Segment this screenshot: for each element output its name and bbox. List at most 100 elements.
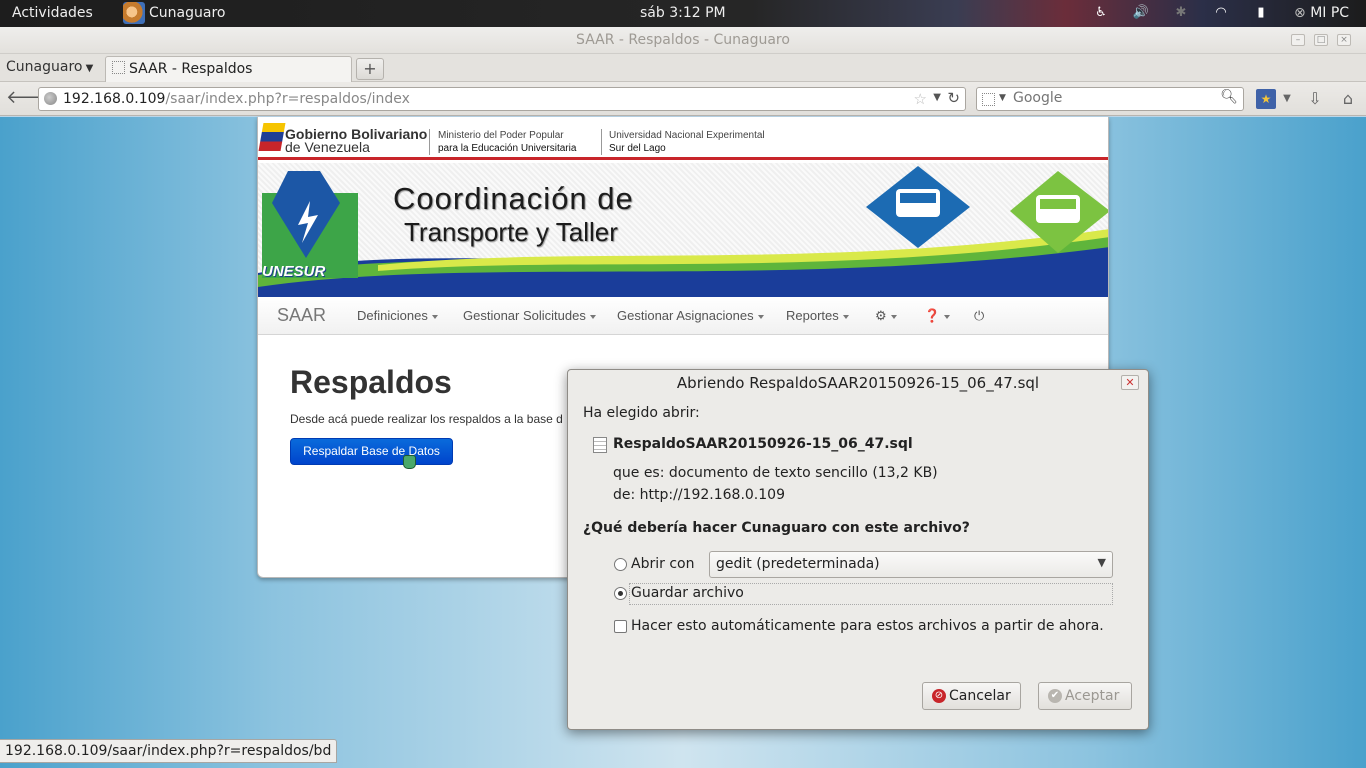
user-menu[interactable]: ⊗ MI PC [1294, 0, 1349, 27]
caret-down-icon [757, 314, 764, 319]
accept-label: Aceptar [1065, 688, 1120, 704]
logout-button[interactable]: ⏻ [974, 308, 984, 324]
nav-gestionar-solicitudes[interactable]: Gestionar Solicitudes [463, 308, 596, 323]
user-name: MI PC [1310, 5, 1350, 21]
home-icon[interactable]: ⌂ [1338, 89, 1358, 109]
url-path: /saar/index.php?r=respaldos/index [165, 91, 410, 107]
nav-settings[interactable]: ⚙ [875, 308, 897, 324]
tab-saar-respaldos[interactable]: SAAR - Respaldos [105, 56, 352, 83]
dialog-close-button[interactable]: ✕ [1121, 375, 1139, 390]
search-engine-dropdown-icon[interactable]: ▼ [999, 93, 1006, 103]
nav-gestionar-asignaciones[interactable]: Gestionar Asignaciones [617, 308, 764, 323]
minimize-button[interactable]: – [1291, 34, 1305, 46]
chevron-down-icon: ▼ [82, 63, 94, 74]
gov-name: Gobierno Bolivariano de Venezuela [285, 127, 427, 154]
clock[interactable]: sáb 3:12 PM [640, 0, 726, 27]
bluetooth-icon[interactable]: ✱ [1172, 4, 1190, 22]
page-description: Desde acá puede realizar los respaldos a… [290, 412, 563, 426]
brand-link[interactable]: SAAR [277, 305, 326, 326]
new-tab-button[interactable]: + [356, 58, 384, 80]
help-icon: ❓ [924, 308, 941, 323]
accessibility-icon[interactable]: ♿ [1092, 4, 1110, 22]
cunaguaro-app-icon [123, 2, 145, 24]
search-engine-icon[interactable] [982, 93, 995, 106]
caret-down-icon [589, 314, 596, 319]
nav-definiciones[interactable]: Definiciones [357, 308, 438, 323]
save-file-radio[interactable] [614, 587, 627, 600]
cunaguaro-menu-button[interactable]: Cunaguaro ▼ [6, 59, 93, 75]
open-with-app-value: gedit (predeterminada) [716, 556, 880, 572]
ministry-line1: Ministerio del Poder Popular [438, 130, 564, 141]
ministry-line2: para la Educación Universitaria [438, 143, 577, 154]
ministry-name: Ministerio del Poder Popular para la Edu… [438, 129, 576, 155]
unesur-logo [262, 171, 358, 278]
file-name: RespaldoSAAR20150926-15_06_47.sql [613, 436, 913, 452]
venezuela-flag-icon [258, 123, 286, 151]
search-input[interactable] [1013, 90, 1213, 106]
auto-action-checkbox[interactable] [614, 620, 627, 633]
file-source-row: de: http://192.168.0.109 [613, 487, 785, 503]
backup-database-button[interactable]: Respaldar Base de Datos [290, 438, 453, 465]
chosen-label: Ha elegido abrir: [583, 405, 700, 421]
caret-down-icon [890, 314, 897, 319]
chevron-down-icon: ▼ [1097, 556, 1106, 569]
dialog-title: Abriendo RespaldoSAAR20150926-15_06_47.s… [676, 374, 1040, 392]
nav-reportes[interactable]: Reportes [786, 308, 849, 323]
activities-button[interactable]: Actividades [12, 0, 93, 27]
nav-help[interactable]: ❓ [924, 308, 951, 324]
reload-icon[interactable]: ↻ [947, 89, 960, 107]
power-icon: ⏻ [974, 308, 985, 323]
wifi-icon[interactable]: ◠ [1212, 4, 1230, 22]
search-icon[interactable]: 🔍︎ [1220, 89, 1238, 105]
url-bar[interactable]: 192.168.0.109/saar/index.php?r=respaldos… [38, 87, 966, 111]
nav-label: Gestionar Asignaciones [617, 308, 754, 323]
close-window-button[interactable]: × [1337, 34, 1351, 46]
globe-icon [44, 92, 57, 105]
downloads-icon[interactable]: ⇩ [1305, 89, 1325, 109]
tab-strip: Cunaguaro ▼ SAAR - Respaldos + [0, 54, 1366, 83]
open-with-label[interactable]: Abrir con [631, 556, 694, 572]
cunaguaro-menu-label: Cunaguaro [6, 59, 83, 75]
navigation-toolbar: 🡐 192.168.0.109/saar/index.php?r=respald… [0, 82, 1366, 116]
app-menu[interactable]: Cunaguaro [123, 0, 225, 27]
maximize-button[interactable]: □ [1314, 34, 1328, 46]
site-banner: Coordinación de Transporte y Taller UNES… [258, 163, 1108, 297]
gear-icon: ⚙ [875, 308, 887, 323]
open-with-app-select[interactable]: gedit (predeterminada) ▼ [709, 551, 1113, 578]
app-menu-label: Cunaguaro [149, 5, 226, 21]
caret-down-icon [842, 314, 849, 319]
university-line1: Universidad Nacional Experimental [609, 130, 765, 141]
status-bar: 192.168.0.109/saar/index.php?r=respaldos… [0, 739, 338, 763]
save-file-label[interactable]: Guardar archivo [631, 585, 744, 601]
banner-title-line2: Transporte y Taller [404, 217, 618, 247]
back-arrow-icon[interactable]: 🡐 [6, 88, 54, 110]
search-bar[interactable]: ▼ 🔍︎ [976, 87, 1244, 111]
hand-cursor-icon [403, 455, 416, 469]
unesur-logo-text: UNESUR [262, 263, 326, 280]
user-status-icon: ⊗ [1294, 5, 1306, 21]
nav-label: Gestionar Solicitudes [463, 308, 586, 323]
accept-button[interactable]: ✔ Aceptar [1038, 682, 1132, 710]
open-with-radio[interactable] [614, 558, 627, 571]
volume-icon[interactable]: 🔊 [1132, 4, 1150, 22]
window-title-bar: SAAR - Respaldos - Cunaguaro – □ × [0, 27, 1366, 54]
file-source-value: http://192.168.0.109 [639, 487, 785, 503]
bookmarks-dropdown-icon[interactable]: ▼ [1277, 89, 1297, 109]
system-top-bar: Actividades Cunaguaro sáb 3:12 PM ♿ 🔊 ✱ … [0, 0, 1366, 27]
divider [429, 129, 430, 155]
page-favicon-icon [112, 61, 125, 74]
auto-action-label[interactable]: Hacer esto automáticamente para estos ar… [631, 618, 1104, 634]
url-host: 192.168.0.109 [63, 91, 166, 107]
text-file-icon [593, 437, 607, 453]
bookmarks-icon[interactable]: ★ [1256, 89, 1276, 109]
cancel-icon: ⊘ [932, 689, 946, 703]
bookmark-star-icon[interactable]: ☆ [914, 90, 927, 108]
page-title: Respaldos [290, 364, 452, 400]
battery-icon[interactable]: ▮ [1252, 4, 1270, 22]
checkmark-icon: ✔ [1048, 689, 1062, 703]
divider [601, 129, 602, 155]
action-question: ¿Qué debería hacer Cunaguaro con este ar… [583, 520, 970, 536]
history-dropdown-icon[interactable]: ▼ [933, 92, 941, 103]
file-type-label: que es: [613, 465, 665, 481]
cancel-button[interactable]: ⊘ Cancelar [922, 682, 1021, 710]
